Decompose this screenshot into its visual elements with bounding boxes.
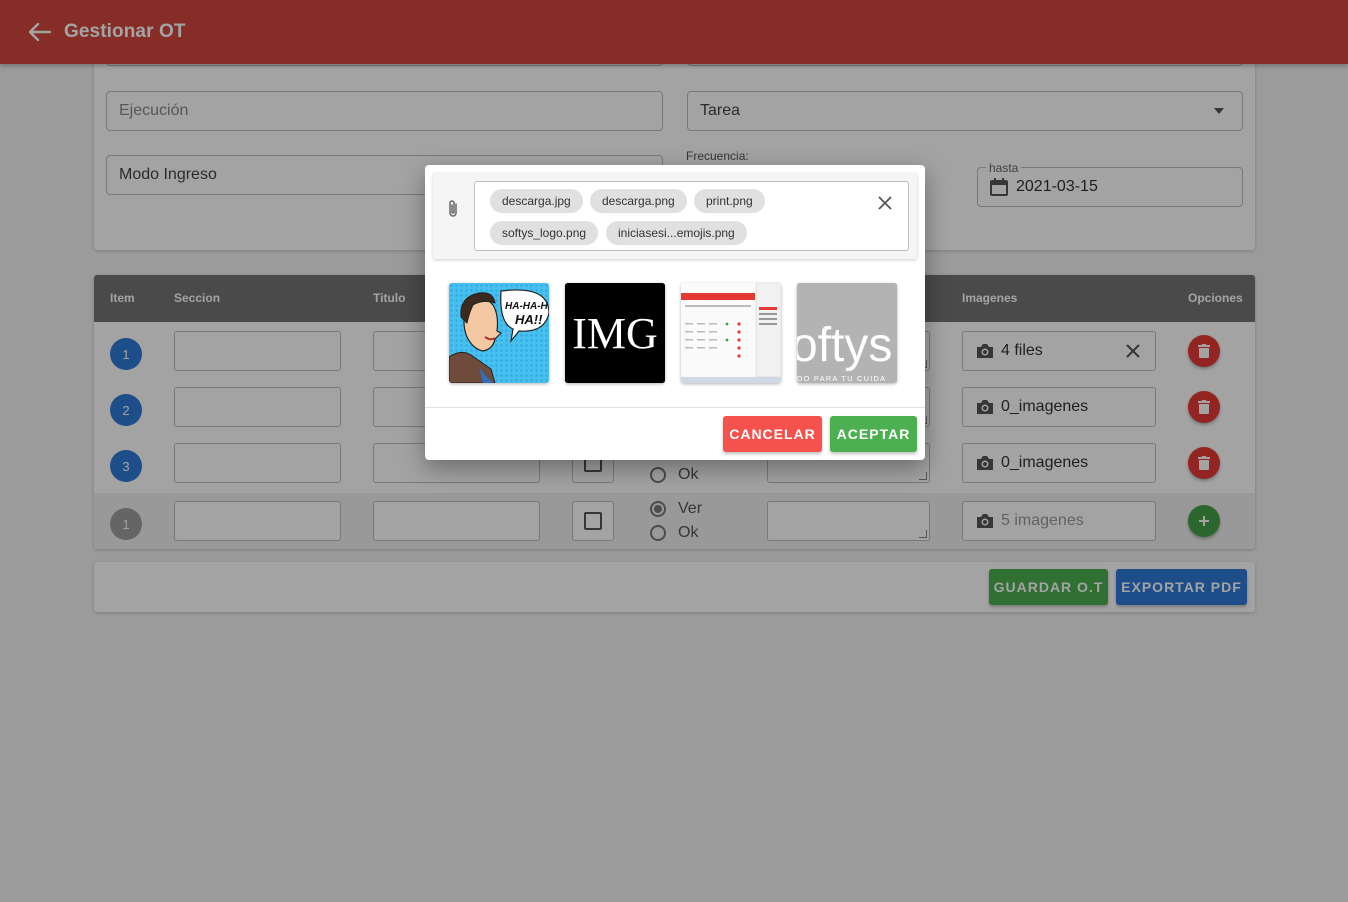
file-chip[interactable]: descarga.jpg (490, 189, 583, 213)
comic-thumbnail[interactable]: HA-HA-H HA!! (449, 283, 549, 383)
file-chip[interactable]: iniciasesi...emojis.png (606, 221, 747, 245)
softys-tagline: DO PARA TU CUIDA (797, 374, 886, 383)
image-upload-dialog: descarga.jpg descarga.png print.png soft… (425, 165, 925, 460)
accept-button[interactable]: ACEPTAR (830, 416, 917, 452)
file-chip[interactable]: descarga.png (590, 189, 687, 213)
file-input-area: descarga.jpg descarga.png print.png soft… (433, 173, 917, 259)
img-logo-thumbnail[interactable]: IMG (565, 283, 665, 383)
file-chip[interactable]: softys_logo.png (490, 221, 599, 245)
cancel-button[interactable]: CANCELAR (723, 416, 822, 452)
clear-files-icon[interactable] (876, 194, 894, 212)
softys-logo-thumbnail[interactable]: oftys DO PARA TU CUIDA (797, 283, 897, 383)
svg-text:HA-HA-H: HA-HA-H (505, 301, 549, 312)
dialog-divider (425, 407, 925, 408)
img-logo-text: IMG (572, 309, 658, 358)
file-chip[interactable]: print.png (694, 189, 765, 213)
paperclip-icon[interactable] (445, 199, 461, 219)
softys-logo-text: oftys (797, 319, 892, 372)
svg-text:HA!!: HA!! (515, 312, 543, 327)
file-input[interactable]: descarga.jpg descarga.png print.png soft… (474, 181, 909, 251)
screenshot-thumbnail[interactable] (681, 283, 781, 383)
